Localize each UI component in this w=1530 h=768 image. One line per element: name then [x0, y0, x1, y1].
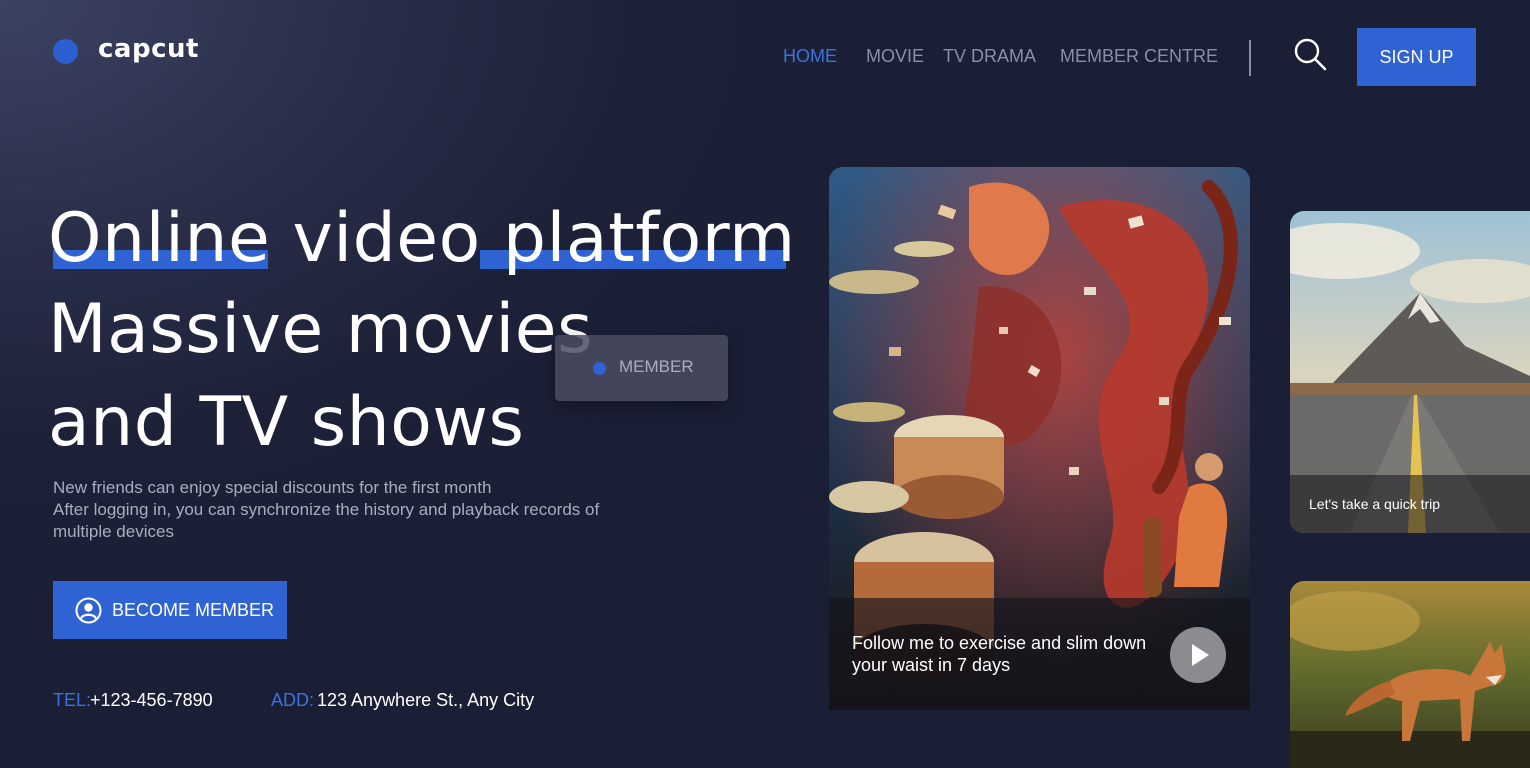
headline-line-2: Massive movies	[48, 290, 594, 369]
headline-word-video: video	[292, 199, 481, 278]
headline-line-3: and TV shows	[48, 383, 525, 462]
headline-word-platform: platform	[502, 199, 796, 278]
search-icon	[1294, 38, 1327, 71]
user-circle-icon	[75, 597, 102, 624]
tel-label: TEL:	[53, 690, 92, 710]
brand-logo-dot	[53, 39, 78, 64]
member-chip-dot	[593, 362, 606, 375]
tel-value[interactable]: +123-456-7890	[90, 690, 213, 711]
brand-name[interactable]: capcut	[98, 34, 199, 64]
play-icon	[1192, 644, 1209, 666]
member-chip-label: MEMBER	[619, 357, 694, 376]
hero-subtitle-line-3: multiple devices	[53, 522, 174, 541]
featured-video-caption: Follow me to exercise and slim down your…	[852, 633, 1147, 675]
hero-subtitle-line-1: New friends can enjoy special discounts …	[53, 478, 492, 497]
wildlife-video-card[interactable]	[1290, 581, 1530, 768]
trip-video-caption: Let's take a quick trip	[1309, 496, 1441, 512]
nav-item-tv-drama[interactable]: TV DRAMA	[943, 46, 1036, 67]
sign-up-button[interactable]: SIGN UP	[1357, 28, 1476, 86]
address-value: 123 Anywhere St., Any City	[317, 690, 535, 710]
address-label: ADD:	[271, 690, 315, 710]
nav-item-home[interactable]: HOME	[783, 46, 837, 67]
headline-word-online: Online	[48, 199, 271, 278]
play-button[interactable]	[1170, 627, 1226, 683]
hero-subtitle-line-2: After logging in, you can synchronize th…	[53, 500, 600, 519]
nav-divider	[1249, 40, 1251, 76]
headline-line-1: Online video platform	[48, 205, 796, 273]
nav-item-movie[interactable]: MOVIE	[866, 46, 924, 67]
search-button[interactable]	[1290, 34, 1330, 74]
become-member-label: BECOME MEMBER	[112, 600, 275, 620]
wildlife-video-thumbnail	[1290, 581, 1530, 768]
nav-item-member-centre[interactable]: MEMBER CENTRE	[1060, 46, 1218, 67]
